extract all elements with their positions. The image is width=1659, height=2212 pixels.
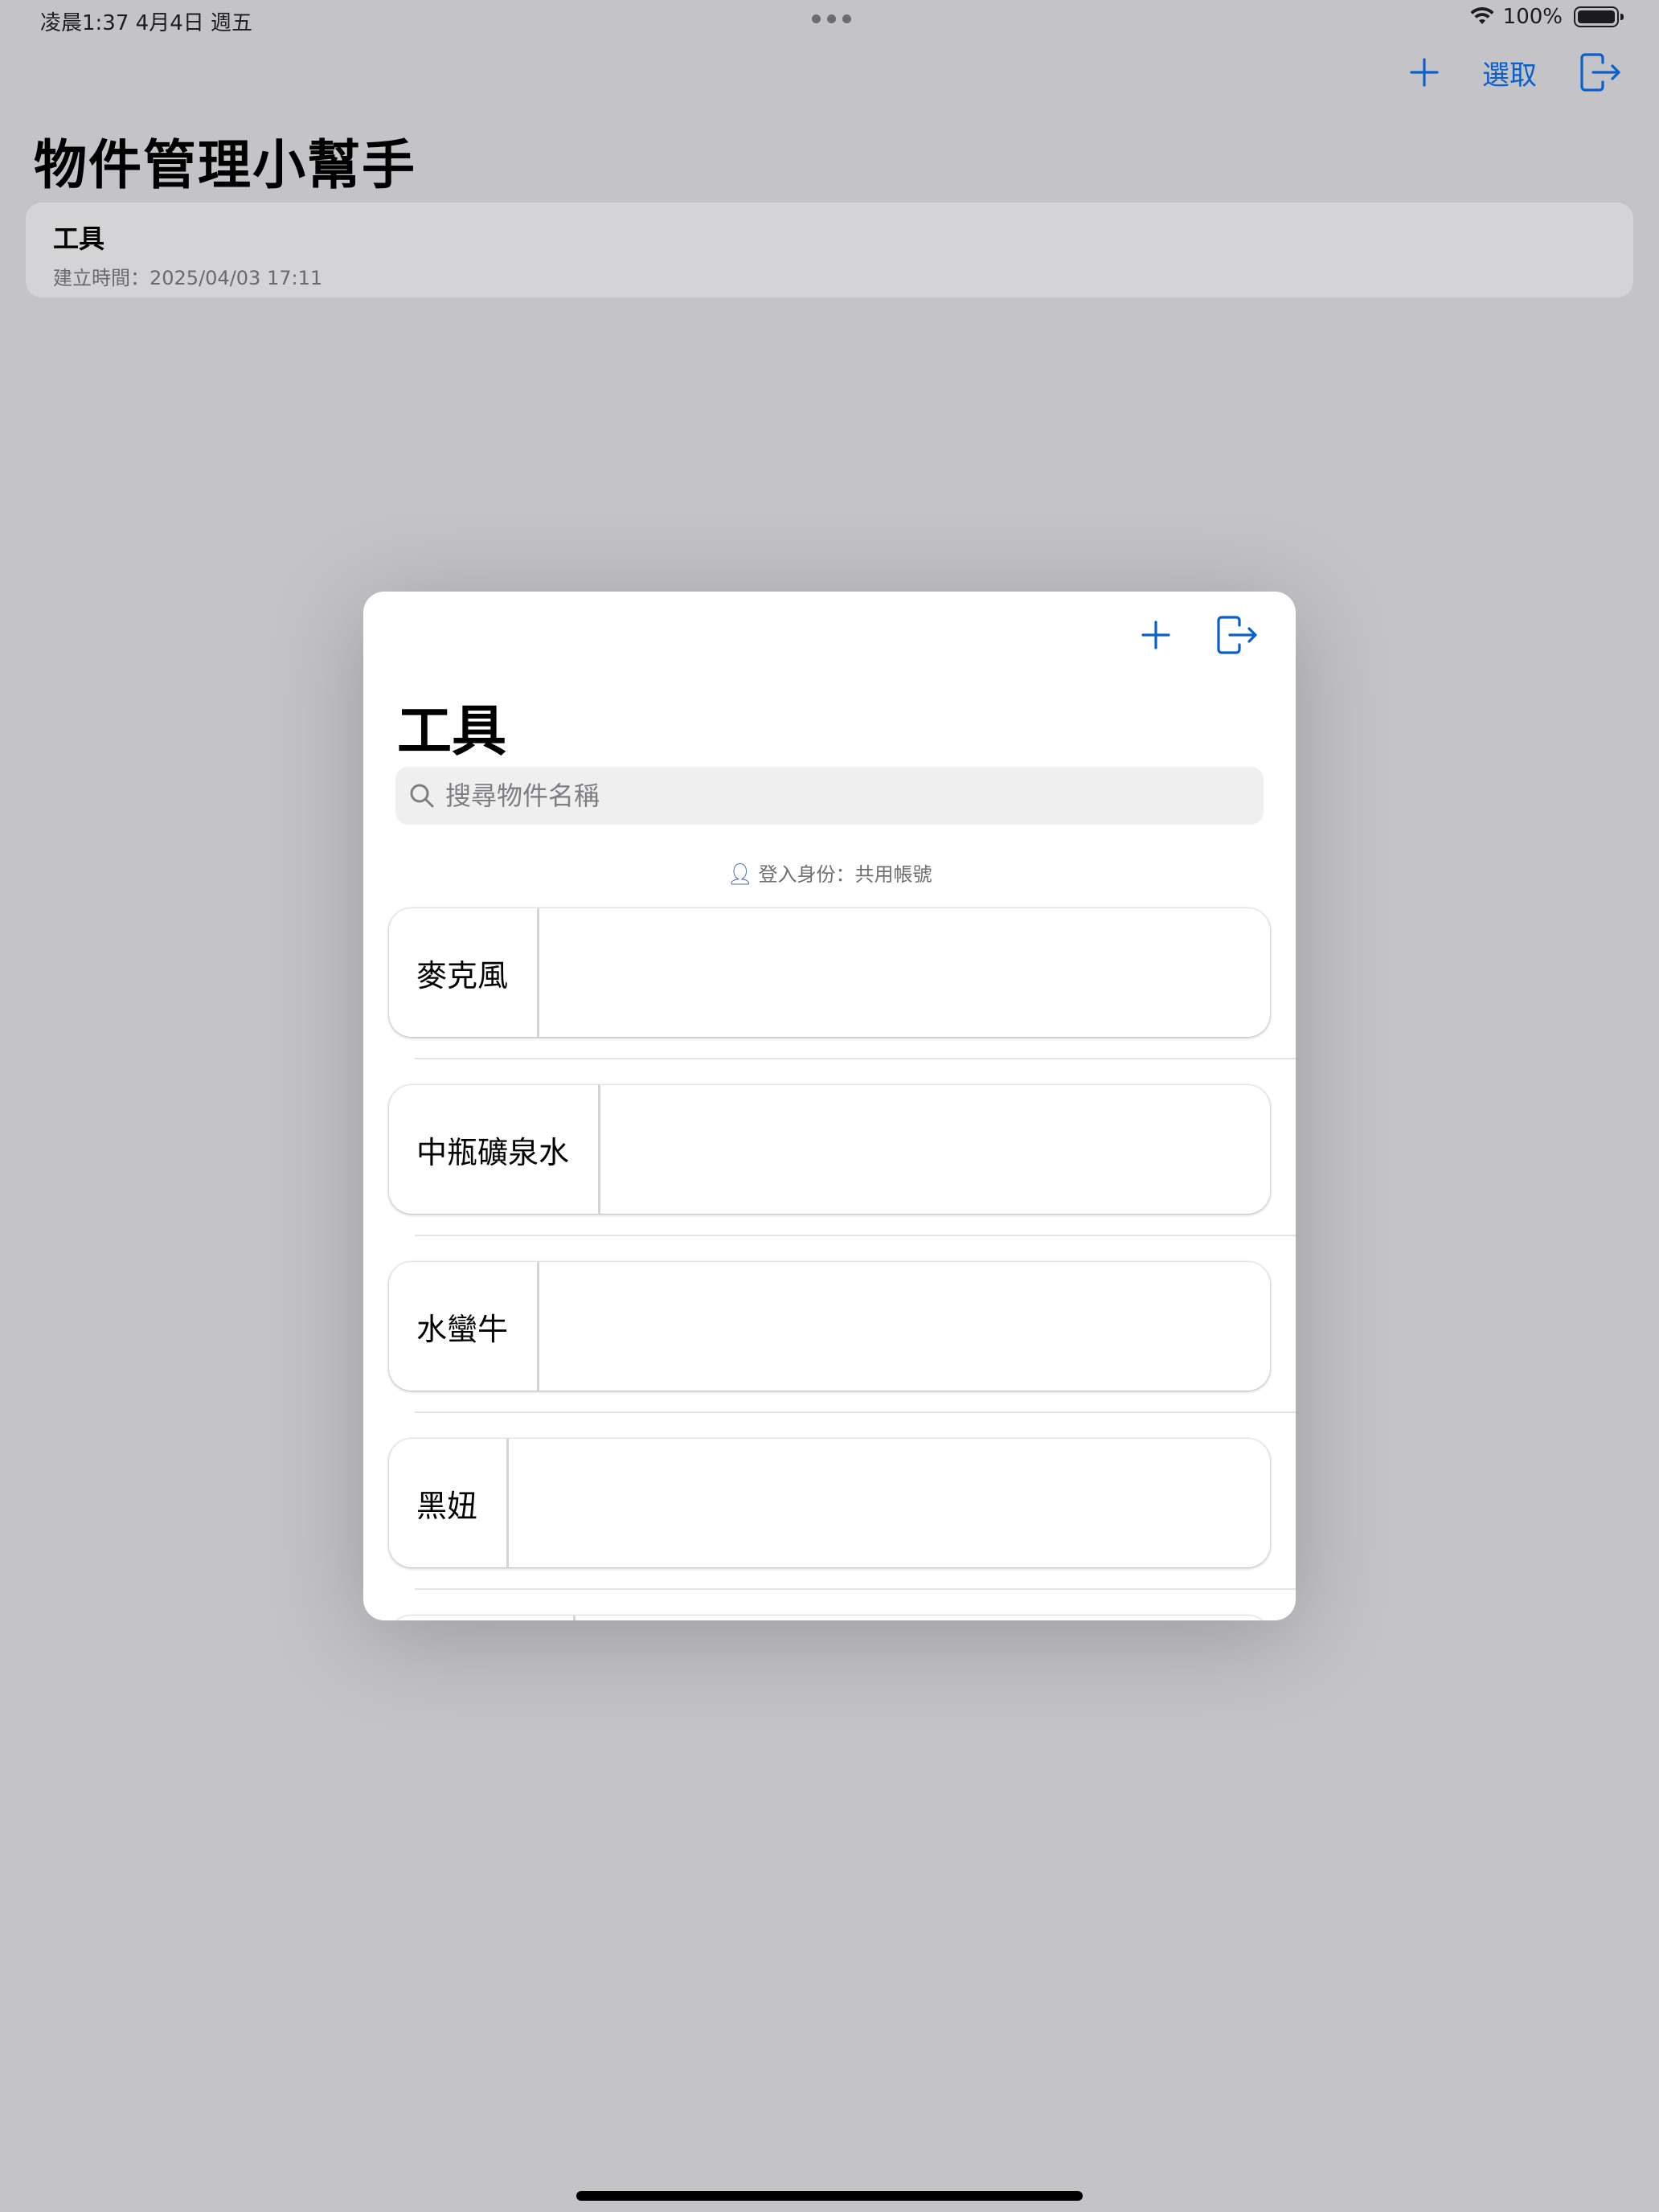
item-card[interactable]: 水蠻牛 (389, 1262, 1270, 1391)
list-item[interactable]: 麥克風 (389, 908, 1296, 1085)
home-indicator[interactable] (576, 2191, 1083, 2201)
category-detail-sheet: 工具 👤︎登入身份：共用帳號 麥克風 中瓶礦泉水 水蠻牛 (363, 592, 1296, 1620)
item-detail-area (600, 1085, 1270, 1214)
item-detail-area (539, 1262, 1270, 1391)
item-card[interactable]: 麥克風 (389, 908, 1270, 1037)
divider (415, 1235, 1296, 1236)
sheet-title: 工具 (397, 700, 507, 764)
item-name: 麥克風 (389, 908, 540, 1037)
item-card[interactable]: 中瓶礦泉水 (389, 1085, 1270, 1214)
add-item-button[interactable] (1140, 614, 1172, 656)
plus-icon (1141, 621, 1170, 649)
list-item[interactable]: 黑妞 (389, 1439, 1296, 1616)
search-icon (410, 784, 434, 808)
divider (415, 1588, 1296, 1590)
item-name (389, 1616, 576, 1620)
item-detail-area (576, 1616, 1270, 1620)
list-item[interactable]: 中瓶礦泉水 (389, 1085, 1296, 1262)
item-card[interactable]: 黑妞 (389, 1439, 1270, 1567)
divider (415, 1411, 1296, 1413)
item-detail-area (509, 1439, 1270, 1567)
list-item[interactable] (389, 1616, 1296, 1620)
item-name: 中瓶礦泉水 (389, 1085, 601, 1214)
logout-icon (1217, 616, 1257, 654)
item-list: 麥克風 中瓶礦泉水 水蠻牛 黑妞 (389, 908, 1296, 1620)
login-info-text: 登入身份：共用帳號 (758, 863, 932, 886)
divider (415, 1058, 1296, 1059)
item-name: 黑妞 (389, 1439, 510, 1567)
item-name: 水蠻牛 (389, 1262, 540, 1391)
login-info: 👤︎ 登入身份：共用帳號 (363, 858, 1296, 887)
list-item[interactable]: 水蠻牛 (389, 1262, 1296, 1439)
person-icon: 👤︎ (727, 862, 754, 887)
search-bar[interactable] (395, 767, 1264, 825)
search-input[interactable] (445, 780, 1217, 811)
sheet-toolbar (1140, 614, 1260, 656)
item-card[interactable] (389, 1616, 1270, 1620)
sheet-logout-button[interactable] (1215, 614, 1260, 656)
item-detail-area (539, 908, 1270, 1037)
